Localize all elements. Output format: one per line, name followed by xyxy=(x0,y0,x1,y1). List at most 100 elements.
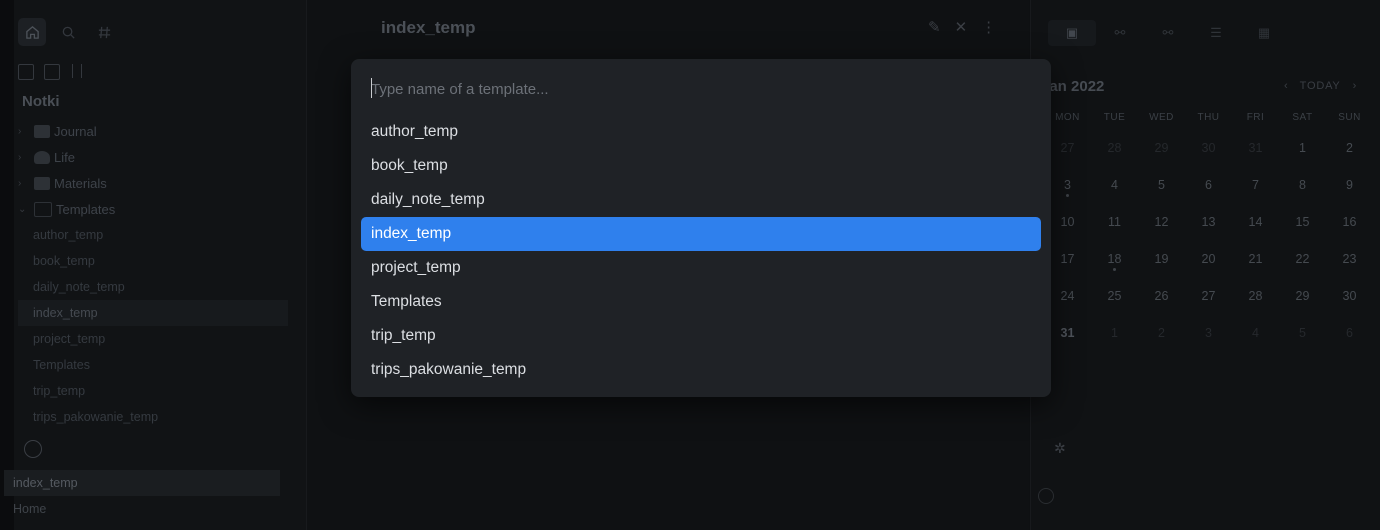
calendar-day[interactable]: 19 xyxy=(1138,241,1185,278)
next-month-icon[interactable]: › xyxy=(1353,80,1357,92)
previous-month-icon[interactable]: ‹ xyxy=(1284,80,1288,92)
file-item[interactable]: project_temp xyxy=(18,326,288,352)
file-tree: › Journal › Life › Materials ⌄ Templates aut… xyxy=(18,118,288,430)
calendar-day[interactable]: 25 xyxy=(1091,278,1138,315)
graph-icon[interactable]: ✲ xyxy=(1054,440,1070,456)
calendar-day[interactable]: 18 xyxy=(1091,241,1138,278)
calendar-day[interactable]: 11 xyxy=(1091,204,1138,241)
calendar-tab[interactable]: ▣ xyxy=(1048,20,1096,46)
new-folder-icon[interactable] xyxy=(44,64,60,80)
new-note-icon[interactable] xyxy=(18,64,34,80)
template-suggestion[interactable]: daily_note_temp xyxy=(361,183,1041,217)
list-icon: ☰ xyxy=(1210,25,1222,40)
calendar-day[interactable]: 2 xyxy=(1326,130,1373,167)
table-tab[interactable]: ▦ xyxy=(1240,20,1288,46)
calendar-day[interactable]: 3 xyxy=(1044,167,1091,204)
calendar-day[interactable]: 9 xyxy=(1326,167,1373,204)
settings-icon[interactable] xyxy=(1038,488,1054,504)
calendar-day[interactable]: 20 xyxy=(1185,241,1232,278)
calendar-day[interactable]: 29 xyxy=(1279,278,1326,315)
calendar-day[interactable]: 6 xyxy=(1326,315,1373,352)
folder-label: Life xyxy=(54,149,75,165)
calendar-day[interactable]: 31 xyxy=(1232,130,1279,167)
chevron-right-icon: › xyxy=(18,125,22,137)
recent-item[interactable]: Home xyxy=(4,496,280,522)
template-search-input[interactable] xyxy=(369,73,1033,105)
sort-icon[interactable] xyxy=(72,64,82,78)
recent-files: index_temp Home xyxy=(4,470,280,522)
calendar-day[interactable]: 6 xyxy=(1185,167,1232,204)
left-ribbon xyxy=(0,0,14,530)
calendar-day[interactable]: 26 xyxy=(1138,278,1185,315)
calendar-day[interactable]: 24 xyxy=(1044,278,1091,315)
calendar-day[interactable]: 10 xyxy=(1044,204,1091,241)
calendar-day[interactable]: 23 xyxy=(1326,241,1373,278)
calendar-day[interactable]: 1 xyxy=(1091,315,1138,352)
template-suggestion[interactable]: project_temp xyxy=(361,251,1041,285)
calendar-day[interactable]: 17 xyxy=(1044,241,1091,278)
edit-icon[interactable]: ✎ xyxy=(928,18,941,36)
file-item-selected[interactable]: index_temp xyxy=(18,300,288,326)
template-suggestion[interactable]: author_temp xyxy=(361,115,1041,149)
template-suggestion-selected[interactable]: index_temp xyxy=(361,217,1041,251)
calendar-day[interactable]: 28 xyxy=(1091,130,1138,167)
calendar-day[interactable]: 14 xyxy=(1232,204,1279,241)
template-suggestion[interactable]: book_temp xyxy=(361,149,1041,183)
note-actions: ✎ ✕ ⋮ xyxy=(928,18,996,36)
tags-tab[interactable] xyxy=(90,18,118,46)
calendar-day[interactable]: 30 xyxy=(1185,130,1232,167)
folder-label: Journal xyxy=(54,123,97,139)
heart-icon xyxy=(34,150,50,164)
calendar-day[interactable]: 27 xyxy=(1044,130,1091,167)
clock-icon[interactable] xyxy=(24,440,42,458)
calendar-day[interactable]: 13 xyxy=(1185,204,1232,241)
chevron-down-icon: ⌄ xyxy=(18,203,27,215)
pencil-note-icon xyxy=(34,176,50,190)
template-suggestion[interactable]: trips_pakowanie_temp xyxy=(361,353,1041,387)
close-icon[interactable]: ✕ xyxy=(955,18,968,36)
file-item[interactable]: author_temp xyxy=(18,222,288,248)
calendar-day[interactable]: 30 xyxy=(1326,278,1373,315)
note-title: index_temp xyxy=(381,18,476,37)
file-item[interactable]: trips_pakowanie_temp xyxy=(18,404,288,430)
calendar-day[interactable]: 3 xyxy=(1185,315,1232,352)
calendar-day[interactable]: 8 xyxy=(1279,167,1326,204)
calendar-day[interactable]: 27 xyxy=(1185,278,1232,315)
home-icon xyxy=(25,25,39,39)
today-button[interactable]: TODAY xyxy=(1300,80,1341,92)
calendar-day[interactable]: 12 xyxy=(1138,204,1185,241)
file-item[interactable]: daily_note_temp xyxy=(18,274,288,300)
folder-templates[interactable]: ⌄ Templates xyxy=(18,196,288,222)
more-options-icon[interactable]: ⋮ xyxy=(981,18,996,36)
calendar-day[interactable]: 16 xyxy=(1326,204,1373,241)
calendar-day[interactable]: 2 xyxy=(1138,315,1185,352)
search-tab[interactable] xyxy=(54,18,82,46)
home-tab[interactable] xyxy=(18,18,46,46)
calendar-day[interactable]: 31 xyxy=(1044,315,1091,352)
calendar-day[interactable]: 28 xyxy=(1232,278,1279,315)
calendar-day[interactable]: 15 xyxy=(1279,204,1326,241)
calendar-day[interactable]: 22 xyxy=(1279,241,1326,278)
file-item[interactable]: book_temp xyxy=(18,248,288,274)
recent-item[interactable]: index_temp xyxy=(4,470,280,496)
calendar-day[interactable]: 29 xyxy=(1138,130,1185,167)
backlinks-tab[interactable]: ⚯ xyxy=(1096,20,1144,46)
calendar-day[interactable]: 4 xyxy=(1232,315,1279,352)
calendar-day[interactable]: 5 xyxy=(1138,167,1185,204)
calendar-day[interactable]: 1 xyxy=(1279,130,1326,167)
calendar-day[interactable]: 7 xyxy=(1232,167,1279,204)
folder-journal[interactable]: › Journal xyxy=(18,118,288,144)
file-item[interactable]: Templates xyxy=(18,352,288,378)
weekday-label: TUE xyxy=(1103,112,1126,123)
file-item[interactable]: trip_temp xyxy=(18,378,288,404)
folder-label: Materials xyxy=(54,175,107,191)
template-suggestion[interactable]: Templates xyxy=(361,285,1041,319)
folder-materials[interactable]: › Materials xyxy=(18,170,288,196)
calendar-day[interactable]: 4 xyxy=(1091,167,1138,204)
outline-tab[interactable]: ☰ xyxy=(1192,20,1240,46)
outgoing-links-tab[interactable]: ⚯ xyxy=(1144,20,1192,46)
calendar-day[interactable]: 21 xyxy=(1232,241,1279,278)
template-suggestion[interactable]: trip_temp xyxy=(361,319,1041,353)
folder-life[interactable]: › Life xyxy=(18,144,288,170)
calendar-day[interactable]: 5 xyxy=(1279,315,1326,352)
